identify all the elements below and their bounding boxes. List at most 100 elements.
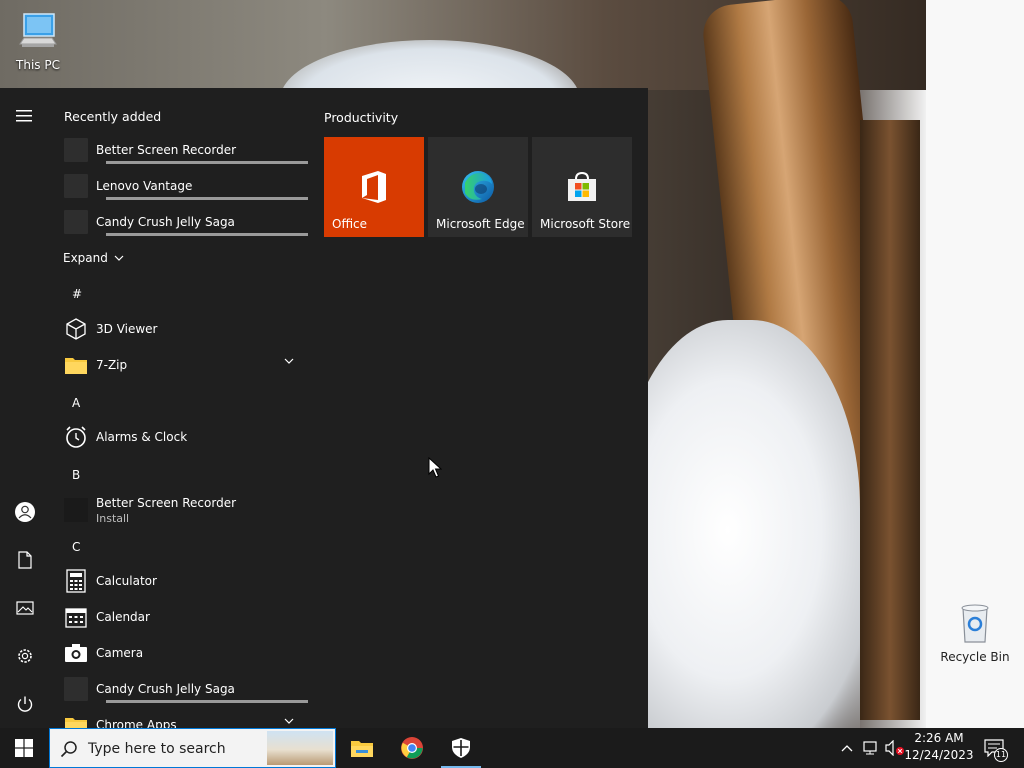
office-icon (354, 167, 394, 207)
app-alarms-clock[interactable]: Alarms & Clock (60, 421, 300, 453)
desktop-icon-this-pc[interactable]: This PC (0, 10, 76, 72)
chevron-up-icon (841, 745, 853, 752)
expand-button[interactable]: Expand (63, 242, 303, 274)
install-progress (106, 161, 308, 164)
tile-label: Office (332, 217, 368, 231)
documents-icon (18, 551, 32, 569)
calculator-icon (64, 569, 88, 593)
recycle-bin-icon (961, 604, 989, 643)
chevron-down-icon (114, 255, 124, 261)
clock-icon (64, 425, 88, 449)
notification-count-badge: 11 (994, 748, 1008, 762)
app-camera[interactable]: Camera (60, 637, 300, 669)
tile-office[interactable]: Office (324, 137, 424, 237)
camera-icon (64, 641, 88, 665)
folder-icon (64, 353, 88, 377)
app-label: Chrome Apps (96, 718, 177, 728)
app-label: Calculator (96, 574, 157, 588)
store-icon (562, 167, 602, 207)
placeholder-icon (64, 174, 88, 198)
taskbar-windows-security[interactable] (437, 728, 485, 768)
placeholder-icon (64, 677, 88, 701)
taskbar: Type here to search 2:26 AM 12/24/2023 1… (0, 728, 1024, 768)
app-calculator[interactable]: Calculator (60, 565, 300, 597)
app-label: Camera (96, 646, 144, 660)
desktop-icon-label: Recycle Bin (940, 650, 1010, 664)
clock-time: 2:26 AM (914, 731, 964, 745)
power-icon (17, 696, 33, 712)
network-icon (863, 741, 877, 755)
app-label: Candy Crush Jelly Saga (96, 215, 235, 229)
section-letter[interactable]: C (72, 540, 80, 554)
taskbar-clock[interactable]: 2:26 AM 12/24/2023 (900, 730, 978, 764)
app-label: Lenovo Vantage (96, 179, 193, 193)
chrome-icon (401, 737, 423, 759)
clock-date: 12/24/2023 (904, 748, 974, 762)
user-icon (15, 502, 35, 522)
user-account-button[interactable] (13, 500, 37, 524)
app-label: 3D Viewer (96, 322, 158, 336)
section-letter[interactable]: # (72, 287, 82, 301)
tile-group-title[interactable]: Productivity (324, 110, 398, 125)
file-explorer-icon (351, 741, 373, 757)
desktop-icon-label: This PC (16, 58, 60, 72)
start-menu: Recently added Better Screen Recorder Le… (0, 88, 648, 728)
power-button[interactable] (13, 692, 37, 716)
app-chrome-apps[interactable]: Chrome Apps (60, 709, 300, 728)
app-7-zip[interactable]: 7-Zip (60, 349, 300, 381)
recent-app-lenovo-vantage[interactable]: Lenovo Vantage (60, 170, 308, 202)
recent-app-better-screen-recorder[interactable]: Better Screen Recorder (60, 134, 308, 166)
taskbar-file-explorer[interactable] (338, 728, 386, 768)
start-button[interactable] (0, 728, 48, 768)
tile-label: Microsoft Store (540, 217, 631, 231)
install-progress (106, 700, 308, 703)
tiles-area: Productivity Office Microsoft Edge Micro… (310, 88, 648, 728)
wallpaper-wood-dark (860, 120, 920, 720)
network-button[interactable] (860, 728, 882, 768)
search-icon (60, 741, 77, 758)
computer-icon (19, 13, 57, 47)
expand-label: Expand (63, 251, 108, 265)
start-rail (0, 88, 50, 728)
app-install-status: Install (96, 511, 130, 525)
app-label: Calendar (96, 610, 150, 624)
app-list: Recently added Better Screen Recorder Le… (50, 88, 310, 728)
placeholder-icon (64, 498, 88, 522)
mouse-cursor-icon (428, 457, 442, 478)
pictures-icon (16, 601, 34, 615)
app-label-text: Better Screen Recorder (96, 495, 237, 510)
show-hidden-icons-button[interactable] (838, 728, 856, 768)
search-highlight-image (267, 731, 333, 765)
pictures-button[interactable] (13, 596, 37, 620)
app-label: Better Screen Recorder (96, 143, 237, 157)
recently-added-title: Recently added (64, 109, 162, 124)
settings-button[interactable] (13, 644, 37, 668)
taskbar-chrome[interactable] (388, 728, 436, 768)
app-label: Candy Crush Jelly Saga (96, 682, 235, 696)
tile-microsoft-edge[interactable]: Microsoft Edge (428, 137, 528, 237)
section-letter[interactable]: A (72, 396, 80, 410)
windows-logo-icon (15, 739, 33, 757)
recent-app-candy-crush[interactable]: Candy Crush Jelly Saga (60, 206, 308, 238)
install-progress (106, 197, 308, 200)
app-calendar[interactable]: Calendar (60, 601, 300, 633)
section-letter[interactable]: B (72, 468, 80, 482)
app-better-screen-recorder[interactable]: Better Screen Recorder Install (60, 490, 300, 530)
app-candy-crush[interactable]: Candy Crush Jelly Saga (60, 673, 308, 705)
folder-icon (64, 713, 88, 728)
settings-icon (18, 649, 32, 663)
app-label: Alarms & Clock (96, 430, 188, 444)
placeholder-icon (64, 210, 88, 234)
documents-button[interactable] (13, 548, 37, 572)
search-placeholder: Type here to search (88, 741, 226, 757)
taskbar-search-box[interactable]: Type here to search (49, 728, 336, 768)
app-3d-viewer[interactable]: 3D Viewer (60, 313, 300, 345)
hamburger-icon (16, 110, 32, 122)
tile-microsoft-store[interactable]: Microsoft Store (532, 137, 632, 237)
desktop-icon-recycle-bin[interactable]: Recycle Bin (937, 602, 1013, 664)
chevron-down-icon[interactable] (284, 718, 294, 724)
hamburger-button[interactable] (13, 104, 37, 128)
chevron-down-icon[interactable] (284, 358, 294, 364)
tile-label: Microsoft Edge (436, 217, 525, 231)
install-progress (106, 233, 308, 236)
